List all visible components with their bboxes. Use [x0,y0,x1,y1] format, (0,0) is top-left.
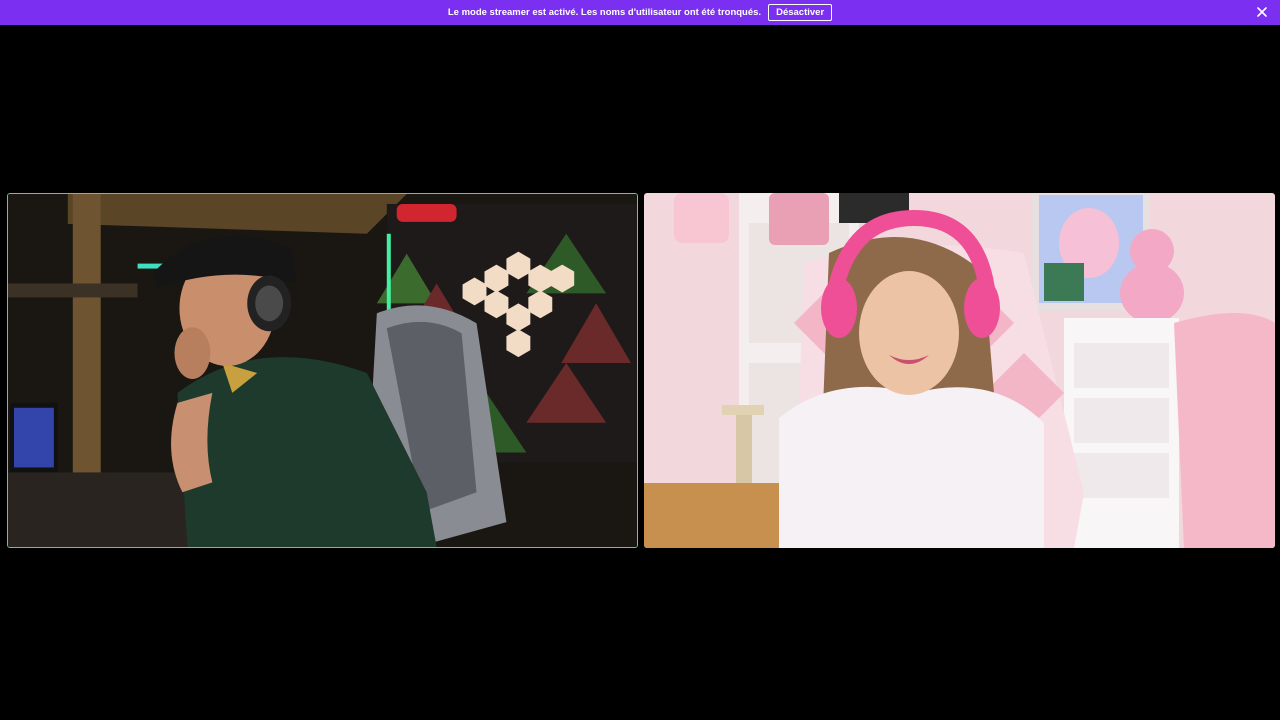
close-icon[interactable] [1256,6,1268,18]
video-call-stage [0,25,1280,720]
participant-video-tile-1[interactable] [7,193,638,548]
participant-video-feed-2 [644,193,1275,548]
streamer-mode-banner: Le mode streamer est activé. Les noms d'… [0,0,1280,25]
participant-video-tile-2[interactable] [644,193,1275,548]
streamer-mode-message: Le mode streamer est activé. Les noms d'… [447,7,762,18]
disable-streamer-mode-button[interactable]: Désactiver [768,4,833,21]
participant-video-feed-1 [8,194,637,547]
